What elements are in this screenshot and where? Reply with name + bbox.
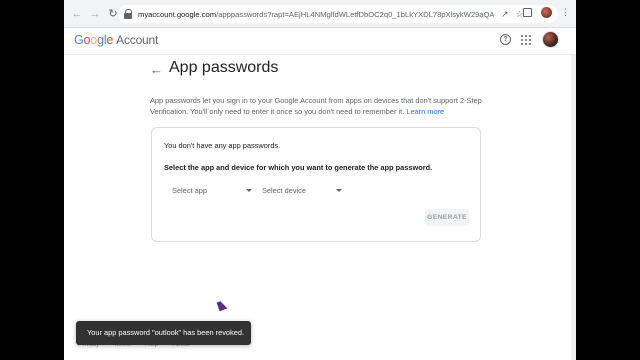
snackbar-toast: Your app password "outlook" has been rev… (76, 321, 251, 345)
scrollbar[interactable] (571, 55, 576, 360)
instruction-text: Select the app and device for which you … (164, 163, 433, 172)
browser-window: ← → ↻ myaccount.google.com/apppasswords?… (64, 0, 576, 360)
profile-icon[interactable] (541, 7, 552, 18)
google-header: Google Account ? (64, 28, 576, 55)
lock-icon (124, 9, 133, 19)
learn-more-link[interactable]: Learn more (406, 107, 444, 116)
mouse-cursor-icon (216, 299, 228, 312)
app-password-card: You don't have any app passwords. Select… (151, 127, 481, 242)
help-icon[interactable]: ? (500, 34, 511, 45)
browser-toolbar: ← → ↻ myaccount.google.com/apppasswords?… (64, 0, 576, 28)
sidepanel-icon[interactable] (523, 8, 532, 17)
avatar[interactable] (542, 31, 559, 48)
generate-button[interactable]: GENERATE (425, 209, 469, 226)
back-arrow-icon[interactable]: ← (150, 62, 163, 77)
menu-dots-icon[interactable]: ⋮ (561, 7, 570, 18)
share-icon[interactable]: ↗ (501, 9, 509, 20)
apps-grid-icon[interactable] (521, 35, 531, 45)
chevron-down-icon (246, 188, 252, 192)
chevron-down-icon (336, 188, 342, 192)
back-icon[interactable]: ← (68, 5, 86, 23)
select-app-dropdown[interactable]: Select app (172, 183, 252, 197)
google-account-logo[interactable]: Google Account (74, 33, 158, 47)
url-text: myaccount.google.com/apppasswords?rapt=A… (138, 9, 494, 19)
forward-icon[interactable]: → (86, 5, 104, 23)
empty-message: You don't have any app passwords. (164, 141, 281, 150)
select-device-dropdown[interactable]: Select device (262, 183, 342, 197)
intro-text: App passwords let you sign in to your Go… (150, 96, 482, 116)
page-title: App passwords (169, 59, 279, 76)
address-bar[interactable]: myaccount.google.com/apppasswords?rapt=A… (118, 5, 558, 23)
